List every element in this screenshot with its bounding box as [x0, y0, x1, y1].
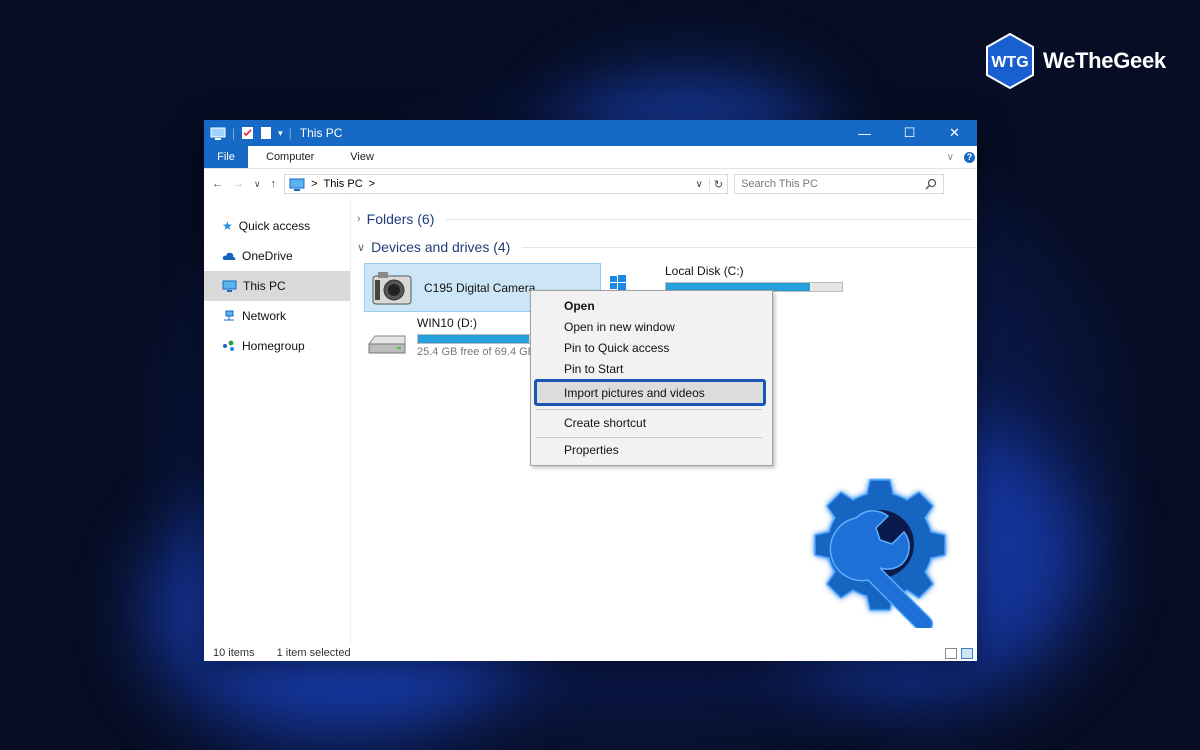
- monitor-icon: [210, 127, 226, 140]
- group-title: Folders (6): [366, 211, 435, 227]
- properties-icon[interactable]: [241, 126, 254, 140]
- sidebar-item-label: Quick access: [238, 219, 311, 233]
- menu-item-import-pictures[interactable]: Import pictures and videos: [534, 379, 766, 406]
- star-icon: ★: [222, 219, 233, 233]
- tab-computer[interactable]: Computer: [248, 151, 332, 163]
- details-view-icon[interactable]: [945, 648, 957, 659]
- breadcrumb-separator: >: [311, 178, 318, 190]
- search-placeholder: Search This PC: [741, 178, 818, 190]
- refresh-icon[interactable]: ↻: [708, 177, 723, 191]
- homegroup-icon: [223, 340, 234, 351]
- svg-text:WTG: WTG: [991, 54, 1028, 71]
- monitor-icon: [289, 178, 305, 191]
- status-bar: 10 items 1 item selected: [204, 645, 977, 661]
- context-menu: Open Open in new window Pin to Quick acc…: [530, 290, 773, 466]
- menu-separator: [536, 409, 762, 410]
- address-row: ← → ∨ ↑ > This PC > ∨ ↻ Search This PC: [204, 169, 977, 199]
- divider: [522, 246, 977, 248]
- sidebar-item-label: Homegroup: [242, 339, 305, 353]
- maximize-button[interactable]: ☐: [887, 120, 932, 146]
- address-bar[interactable]: > This PC > ∨ ↻: [284, 174, 729, 194]
- up-arrow-icon[interactable]: ↑: [271, 178, 277, 190]
- hard-drive-icon: [368, 335, 406, 354]
- quick-access-toolbar: | ▾ |: [204, 126, 292, 140]
- divider: [446, 218, 972, 220]
- menu-item-properties[interactable]: Properties: [564, 443, 619, 457]
- search-icon[interactable]: [925, 178, 937, 190]
- expand-ribbon-icon[interactable]: ∨: [947, 152, 954, 163]
- close-button[interactable]: ✕: [932, 120, 977, 146]
- breadcrumb-this-pc[interactable]: This PC: [324, 178, 363, 190]
- menu-item-label: Import pictures and videos: [564, 385, 705, 400]
- sidebar-item-homegroup[interactable]: Homegroup: [204, 331, 350, 361]
- group-title: Devices and drives (4): [371, 239, 511, 255]
- back-arrow-icon[interactable]: ←: [212, 178, 223, 190]
- menu-separator: [536, 437, 762, 438]
- drive-usage-fill: [418, 335, 529, 343]
- help-icon[interactable]: ?: [964, 151, 975, 163]
- forward-arrow-icon[interactable]: →: [233, 178, 244, 190]
- cloud-icon: [222, 252, 236, 260]
- recent-locations-icon[interactable]: ∨: [254, 179, 261, 190]
- window-title: This PC: [299, 126, 343, 140]
- chevron-right-icon: ›: [357, 213, 361, 225]
- gear-wrench-icon: [814, 479, 946, 628]
- ribbon-tabs: File Computer View ∨ ?: [204, 146, 977, 169]
- camera-icon: [372, 271, 412, 304]
- menu-item-create-shortcut[interactable]: Create shortcut: [564, 416, 646, 430]
- sidebar-item-network[interactable]: Network: [204, 301, 350, 331]
- search-input[interactable]: Search This PC: [734, 174, 945, 194]
- menu-item-pin-start[interactable]: Pin to Start: [564, 362, 623, 376]
- large-icons-view-icon[interactable]: [961, 648, 973, 659]
- group-header-devices[interactable]: ∨ Devices and drives (4): [357, 239, 977, 255]
- brand-name: WeTheGeek: [1043, 48, 1166, 73]
- sidebar-item-label: Network: [242, 309, 287, 323]
- toolbar-divider: |: [232, 126, 236, 140]
- menu-item-open-new-window[interactable]: Open in new window: [564, 320, 675, 334]
- brand-logo-icon: WTG: [986, 33, 1034, 89]
- group-header-folders[interactable]: › Folders (6): [357, 211, 972, 227]
- tab-view[interactable]: View: [332, 151, 392, 163]
- address-dropdown-icon[interactable]: ∨: [696, 179, 703, 190]
- sidebar-item-quick-access[interactable]: ★ Quick access: [204, 211, 350, 241]
- toolbar-divider: |: [288, 126, 292, 140]
- menu-item-open[interactable]: Open: [564, 299, 595, 313]
- network-icon: [224, 310, 234, 321]
- menu-item-pin-quick-access[interactable]: Pin to Quick access: [564, 341, 669, 355]
- monitor-icon: [222, 280, 237, 292]
- chevron-down-icon: ∨: [357, 241, 366, 254]
- chevron-down-icon[interactable]: ▾: [278, 128, 283, 139]
- sidebar-item-this-pc[interactable]: This PC: [204, 271, 350, 301]
- status-item-count: 10 items: [213, 647, 255, 659]
- sidebar-item-label: OneDrive: [242, 249, 293, 263]
- new-folder-icon[interactable]: [260, 126, 272, 140]
- brand: WTG WeTheGeek: [985, 33, 1166, 89]
- tab-file[interactable]: File: [204, 146, 248, 168]
- status-selection: 1 item selected: [276, 647, 351, 659]
- drive-name: C195 Digital Camera: [424, 280, 536, 295]
- sidebar-item-onedrive[interactable]: OneDrive: [204, 241, 350, 271]
- drive-name: Local Disk (C:): [665, 264, 744, 278]
- navigation-pane: ★ Quick access OneDrive This PC Network …: [204, 198, 351, 645]
- title-bar: | ▾ | This PC — ☐ ✕: [204, 120, 977, 146]
- sidebar-item-label: This PC: [243, 279, 286, 293]
- minimize-button[interactable]: —: [842, 120, 887, 146]
- breadcrumb-separator[interactable]: >: [369, 178, 375, 190]
